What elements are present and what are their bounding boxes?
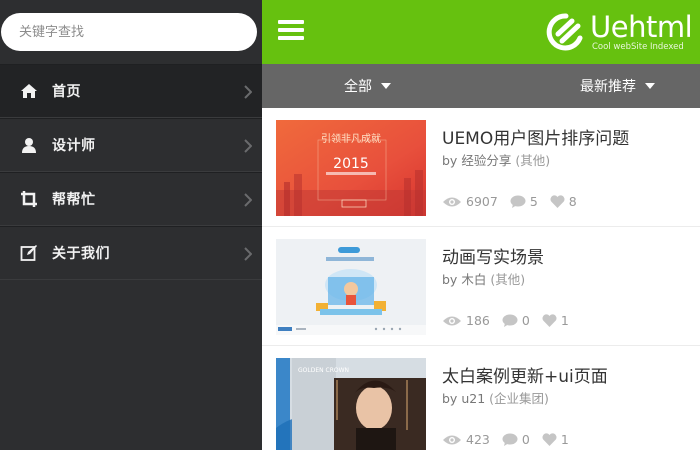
by-label: by — [442, 391, 458, 406]
eye-icon — [443, 435, 461, 444]
heart-icon — [542, 433, 557, 446]
post-author[interactable]: 经验分享 — [461, 153, 511, 168]
user-icon — [20, 136, 38, 154]
comments-stat: 0 — [502, 313, 530, 328]
main-panel: Uehtml Cool webSite Indexed 全部 最新推荐 引领非凡… — [262, 0, 700, 450]
sidebar: 首页 设计师 帮帮忙 关于我 — [0, 0, 262, 450]
post-author[interactable]: 木白 — [461, 272, 486, 287]
post-stats: 186 0 1 — [442, 313, 581, 328]
by-label: by — [442, 272, 458, 287]
post-card[interactable]: 引领非凡成就 2015 UEMO用户图片排序问题 by 经验分享 (其他) 69… — [262, 108, 700, 227]
post-meta: by u21 (企业集团) — [442, 388, 549, 407]
views-count: 186 — [466, 313, 490, 328]
sidebar-item-help[interactable]: 帮帮忙 — [0, 172, 262, 226]
post-meta: by 木白 (其他) — [442, 269, 525, 288]
caret-down-icon — [645, 83, 655, 89]
post-title[interactable]: UEMO用户图片排序问题 — [442, 124, 629, 149]
menu-button[interactable] — [278, 20, 304, 42]
filter-all-label: 全部 — [344, 79, 372, 95]
top-bar: Uehtml Cool webSite Indexed — [262, 0, 700, 64]
post-thumbnail[interactable] — [276, 239, 426, 335]
crop-icon — [20, 190, 38, 208]
chevron-right-icon — [244, 192, 253, 211]
sidebar-item-label: 帮帮忙 — [52, 192, 96, 208]
views-count: 423 — [466, 432, 490, 447]
svg-text:2015: 2015 — [333, 156, 369, 172]
heart-icon — [542, 314, 557, 327]
comments-count: 5 — [529, 194, 538, 209]
views-stat: 186 — [442, 313, 490, 328]
comments-stat: 5 — [510, 194, 538, 209]
views-stat: 423 — [442, 432, 490, 447]
sidebar-item-label: 首页 — [52, 84, 81, 100]
menu-bar — [278, 28, 304, 32]
sidebar-item-label: 关于我们 — [52, 246, 110, 262]
likes-count: 1 — [560, 432, 569, 447]
post-stats: 423 0 1 — [442, 432, 581, 447]
comment-icon — [502, 314, 518, 327]
filter-all-dropdown[interactable]: 全部 — [344, 64, 391, 108]
svg-text:GOLDEN CROWN: GOLDEN CROWN — [298, 367, 349, 374]
filter-sort-dropdown[interactable]: 最新推荐 — [580, 64, 655, 108]
post-category[interactable]: (企业集团) — [489, 391, 549, 406]
post-stats: 6907 5 8 — [442, 194, 589, 209]
post-thumbnail[interactable]: GOLDEN CROWN — [276, 358, 426, 450]
eye-icon — [443, 316, 461, 325]
chevron-right-icon — [244, 138, 253, 157]
likes-count: 1 — [560, 313, 569, 328]
comments-count: 0 — [521, 313, 530, 328]
sidebar-nav: 首页 设计师 帮帮忙 关于我们 — [0, 64, 262, 280]
post-title[interactable]: 动画写实场景 — [442, 243, 544, 268]
chevron-right-icon — [244, 246, 253, 265]
post-thumbnail[interactable]: 引领非凡成就 2015 — [276, 120, 426, 216]
likes-stat: 8 — [550, 194, 577, 209]
eye-icon — [443, 197, 461, 206]
post-meta: by 经验分享 (其他) — [442, 150, 550, 169]
post-category[interactable]: (其他) — [490, 272, 525, 287]
search-input[interactable] — [1, 13, 257, 51]
logo-text: Uehtml — [590, 10, 693, 44]
sidebar-item-label: 设计师 — [52, 138, 96, 154]
caret-down-icon — [381, 83, 391, 89]
comments-stat: 0 — [502, 432, 530, 447]
post-author[interactable]: u21 — [461, 391, 485, 406]
sidebar-item-home[interactable]: 首页 — [0, 64, 262, 118]
edit-icon — [20, 244, 38, 262]
sidebar-item-about[interactable]: 关于我们 — [0, 226, 262, 280]
post-list: 引领非凡成就 2015 UEMO用户图片排序问题 by 经验分享 (其他) 69… — [262, 108, 700, 450]
home-icon — [20, 82, 38, 100]
filter-sort-label: 最新推荐 — [580, 79, 636, 95]
views-stat: 6907 — [442, 194, 498, 209]
by-label: by — [442, 153, 458, 168]
logo-subtext: Cool webSite Indexed — [592, 42, 684, 52]
post-card[interactable]: GOLDEN CROWN 太白案例更新+ui页面 by u21 (企业集团) 4… — [262, 346, 700, 450]
likes-stat: 1 — [542, 313, 569, 328]
chevron-right-icon — [244, 84, 253, 103]
svg-text:引领非凡成就: 引领非凡成就 — [321, 132, 381, 145]
sidebar-item-designer[interactable]: 设计师 — [0, 118, 262, 172]
views-count: 6907 — [466, 194, 498, 209]
heart-icon — [550, 195, 565, 208]
post-title[interactable]: 太白案例更新+ui页面 — [442, 362, 608, 387]
likes-stat: 1 — [542, 432, 569, 447]
comment-icon — [502, 433, 518, 446]
logo-mark-icon — [546, 13, 583, 51]
logo[interactable]: Uehtml Cool webSite Indexed — [546, 10, 693, 56]
search-wrap — [0, 0, 262, 64]
comments-count: 0 — [521, 432, 530, 447]
post-card[interactable]: 动画写实场景 by 木白 (其他) 186 0 1 — [262, 227, 700, 346]
menu-bar — [278, 20, 304, 24]
menu-bar — [278, 36, 304, 40]
post-category[interactable]: (其他) — [515, 153, 550, 168]
likes-count: 8 — [568, 194, 577, 209]
comment-icon — [510, 195, 526, 208]
filter-bar: 全部 最新推荐 — [262, 64, 700, 108]
